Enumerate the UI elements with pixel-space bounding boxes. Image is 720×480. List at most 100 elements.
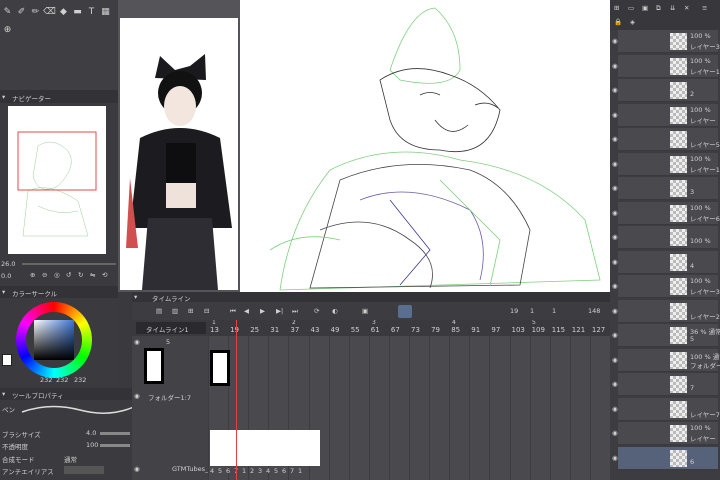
layer-new-icon[interactable]: ⊞ [614,4,619,12]
layer-eye-icon[interactable]: ◉ [612,62,618,70]
play-icon[interactable]: ▶ [260,307,265,315]
layer-row[interactable]: ◉ 4 [612,250,718,274]
layer-delete-icon[interactable]: ✕ [684,4,689,12]
layer-eye-icon[interactable]: ◉ [612,356,618,364]
antialias-options[interactable] [64,466,104,474]
pencil-icon[interactable]: ✏ [30,6,41,17]
brush-size-value[interactable]: 4.0 [86,429,96,437]
field-a[interactable]: 1 [530,307,534,315]
playhead[interactable] [236,320,237,480]
loop-icon[interactable]: ⟳ [314,307,319,315]
current-frame-value[interactable]: 19 [510,307,518,315]
fit-icon[interactable]: ◎ [54,271,60,279]
layer-row[interactable]: ◉ 100 % レイヤー1 [612,54,720,78]
layer-row[interactable]: ◉ 100 % レイヤー [612,422,718,445]
field-b[interactable]: 1 [552,307,556,315]
fill-icon[interactable]: ◆ [58,6,69,17]
layer-eye-icon[interactable]: ◉ [612,111,618,119]
layer-eye-icon[interactable]: ◉ [612,184,618,192]
navigator-preview[interactable] [8,106,106,254]
timeline-name-field[interactable]: タイムライン1 [136,322,206,334]
layer-eye-icon[interactable]: ◉ [612,405,618,413]
rotate-right-icon[interactable]: ↻ [78,271,83,279]
next-frame-icon[interactable]: ▶| [276,307,283,315]
first-frame-icon[interactable]: ⏮ [230,307,236,316]
timeline-frame-grid[interactable]: 13 19 25 31 37 43 49 55 61 67 73 79 85 91 97 103 109 115 1… [208,320,610,480]
layer-eye-icon[interactable]: ◉ [612,282,618,290]
layer-eye-icon[interactable]: ◉ [612,454,618,462]
rotate-left-icon[interactable]: ↺ [66,271,71,279]
layer-row[interactable]: ◉ 100 % [612,226,718,249]
layer-row[interactable]: ◉ レイヤー5 [612,128,720,151]
track-row-1[interactable]: ◉ 5 [132,336,208,390]
brush-size-slider[interactable] [100,432,130,435]
blend-value[interactable]: 通常 [64,454,77,464]
layer-row[interactable]: ◉ レイヤー2 [612,299,720,323]
gradient-icon[interactable]: ▬ [72,6,83,17]
track-row-2[interactable]: ◉ フォルダー1:7 [132,390,208,462]
layer-row[interactable]: ◉ 100 % レイヤー3 [612,275,720,298]
field-end[interactable]: 148 [588,307,600,315]
layer-row[interactable]: ◉ 7 [612,373,718,396]
delete-frame-icon[interactable]: ⊟ [204,307,209,315]
eraser-icon[interactable]: ⌫ [43,6,56,17]
select-icon[interactable]: ⊕ [2,24,13,35]
layer-eye-icon[interactable]: ◉ [612,429,618,437]
layer-row[interactable]: ◉ 3 [612,177,718,200]
current-color-chip[interactable] [2,354,12,366]
new-frame-icon[interactable]: ⊞ [188,307,193,315]
layer-eye-icon[interactable]: ◉ [612,258,618,266]
timeline-collapse-icon[interactable]: ▾ [134,293,137,301]
tool-property-collapse-icon[interactable]: ▾ [2,390,5,398]
layer-eye-icon[interactable]: ◉ [612,160,618,168]
track-3-eye-icon[interactable]: ◉ [134,465,140,473]
layer-mask-icon[interactable]: ▣ [642,4,648,12]
layer-settings-icon[interactable]: ≡ [702,4,707,12]
layer-eye-icon[interactable]: ◉ [612,233,618,241]
layer-row[interactable]: ◉ レイヤー7 [612,397,720,421]
layer-eye-icon[interactable]: ◉ [612,307,618,315]
layer-row[interactable]: ◉ 100 % レイヤー [612,103,718,127]
layer-eye-icon[interactable]: ◉ [612,86,618,94]
layer-eye-icon[interactable]: ◉ [612,331,618,339]
layer-row[interactable]: ◉ 100 % レイヤー1 [612,152,720,176]
new-timeline-icon[interactable]: ▤ [156,307,162,315]
last-frame-icon[interactable]: ⏭ [292,307,298,316]
layer-row[interactable]: ◉ 2 [612,79,718,102]
track-2-eye-icon[interactable]: ◉ [134,392,140,400]
onion-active-button[interactable] [398,305,412,318]
layer-row[interactable]: ◉ 6 [612,446,718,470]
layer-lock-icon[interactable]: 🔒 [614,18,622,26]
layer-ref-icon[interactable]: ◈ [630,18,635,26]
zoom-out-icon[interactable]: ⊖ [42,271,47,279]
layer-eye-icon[interactable]: ◉ [612,135,618,143]
flip-icon[interactable]: ⇋ [90,271,95,279]
layer-merge-icon[interactable]: ⇊ [670,4,675,12]
prev-frame-icon[interactable]: ◀ [244,307,249,315]
layer-row[interactable]: ◉100 % 通常フォルダー1:7 [612,348,720,372]
edit-timeline-icon[interactable]: ▥ [172,307,178,315]
track-row-3[interactable]: ◉ GTMTubes_ori [132,462,217,480]
opacity-slider[interactable] [100,444,130,447]
light-table-icon[interactable]: ▣ [362,307,368,315]
pen-icon[interactable]: ✎ [2,6,13,17]
zoom-slider[interactable] [22,263,116,265]
canvas-area[interactable] [118,0,610,292]
reset-icon[interactable]: ⟲ [102,271,107,279]
onion-skin-icon[interactable]: ◐ [332,307,338,315]
layer-eye-icon[interactable]: ◉ [612,380,618,388]
layer-eye-icon[interactable]: ◉ [612,37,618,45]
grid-icon[interactable]: ▦ [100,6,111,17]
saturation-square[interactable] [34,320,74,360]
timeline-ruler[interactable]: 13 19 25 31 37 43 49 55 61 67 73 79 85 91 97 103 109 115 1… [208,320,610,336]
layer-row[interactable]: ◉ 100 % レイヤー6 [612,201,720,225]
layer-row[interactable]: ◉ 100 % レイヤー3 [612,30,720,53]
layer-folder-icon[interactable]: ▭ [628,4,634,12]
zoom-in-icon[interactable]: ⊕ [30,271,35,279]
opacity-value[interactable]: 100 [86,441,98,449]
text-icon[interactable]: T [86,6,97,17]
layer-copy-icon[interactable]: ⧉ [656,4,661,13]
layer-eye-icon[interactable]: ◉ [612,209,618,217]
navigator-collapse-icon[interactable]: ▾ [2,93,5,101]
drawing-canvas[interactable] [240,0,610,292]
